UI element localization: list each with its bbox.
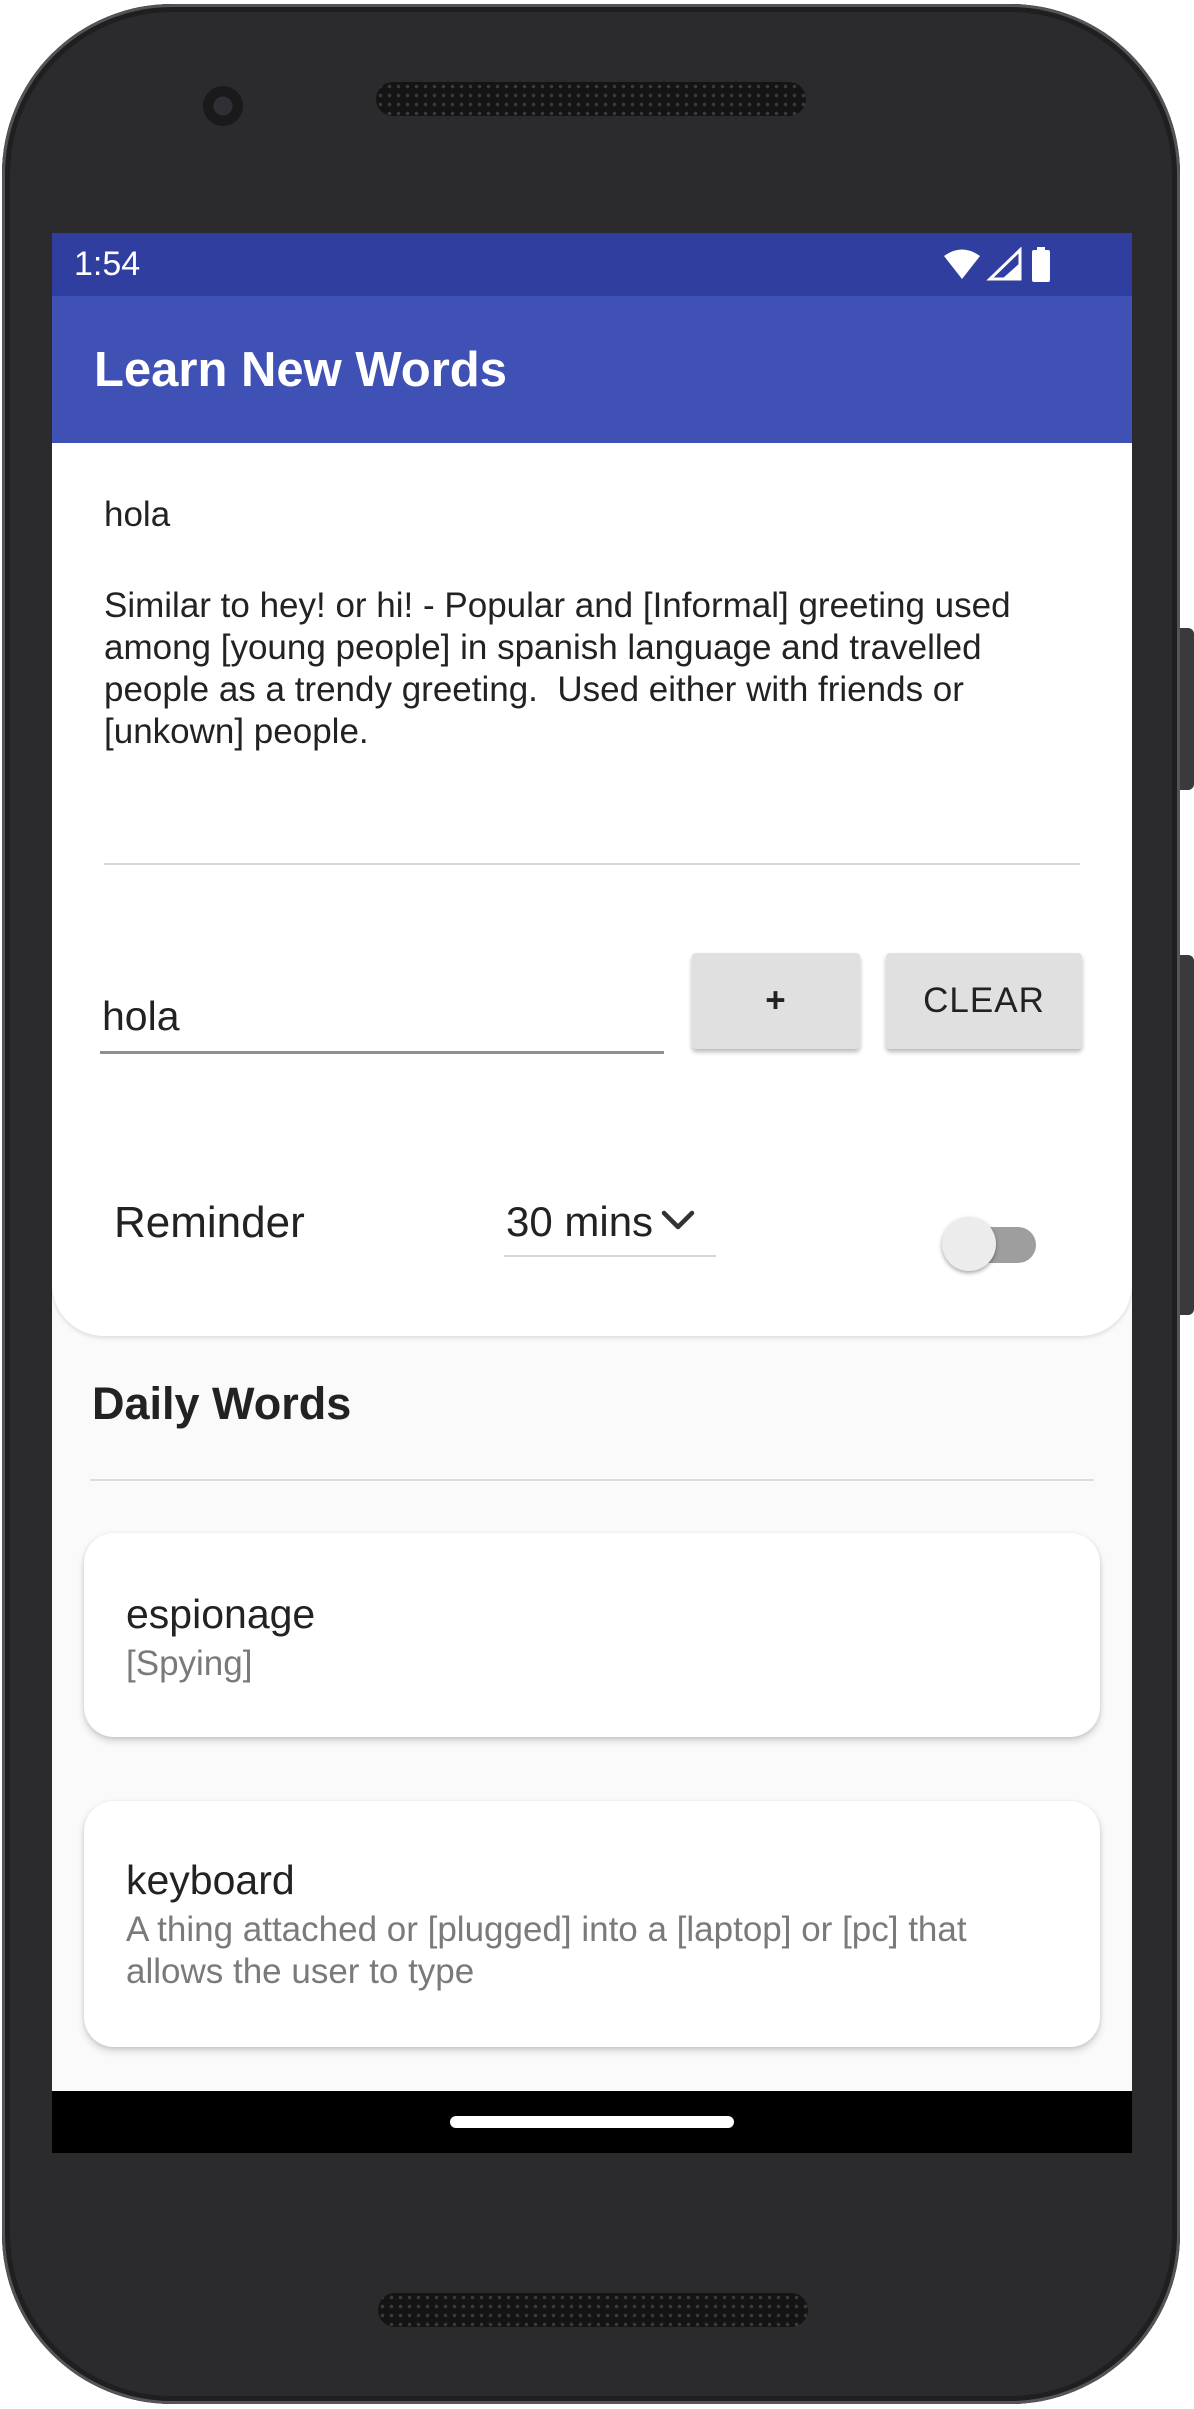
volume-button [1180, 955, 1194, 1315]
word-card[interactable]: espionage [Spying] [84, 1533, 1100, 1737]
word-card-definition: A thing attached or [plugged] into a [la… [126, 1910, 967, 1991]
home-gesture-handle[interactable] [450, 2116, 734, 2128]
device-frame: 1:54 Learn New Words hola Similar to hey… [0, 0, 1194, 2409]
word-card-title: keyboard [126, 1857, 295, 1903]
word-input-value: hola [102, 993, 180, 1039]
chevron-down-icon [661, 1210, 695, 1230]
screen: 1:54 Learn New Words hola Similar to hey… [52, 233, 1132, 2153]
status-icons [942, 246, 1062, 283]
top-speaker [376, 82, 806, 116]
battery-icon [1032, 247, 1050, 282]
status-bar: 1:54 [52, 233, 1132, 296]
toggle-thumb [942, 1217, 996, 1271]
reminder-toggle[interactable] [942, 1213, 1036, 1271]
word-entry-card: hola Similar to hey! or hi! - Popular an… [52, 443, 1132, 1336]
daily-words-title: Daily Words [92, 1378, 352, 1429]
definition-text: Similar to hey! or hi! - Popular and [In… [104, 586, 1021, 751]
definition-word: hola [104, 495, 171, 534]
word-card[interactable]: keyboard A thing attached or [plugged] i… [84, 1801, 1100, 2047]
signal-icon [986, 246, 1022, 281]
definition-field[interactable]: hola Similar to hey! or hi! - Popular an… [104, 443, 1080, 865]
reminder-interval-dropdown[interactable]: 30 mins [504, 1185, 716, 1257]
word-card-title: espionage [126, 1591, 316, 1637]
add-button[interactable]: + [692, 953, 860, 1049]
reminder-interval-value: 30 mins [506, 1198, 654, 1245]
front-camera [203, 86, 243, 126]
power-button [1180, 628, 1194, 790]
wifi-icon [944, 249, 980, 279]
reminder-label: Reminder [114, 1198, 305, 1247]
word-card-definition: [Spying] [126, 1644, 253, 1683]
word-input[interactable]: hola [100, 993, 664, 1054]
status-time: 1:54 [74, 245, 141, 283]
clear-button[interactable]: CLEAR [886, 953, 1082, 1049]
bottom-speaker [378, 2293, 808, 2327]
section-divider [90, 1479, 1094, 1481]
navigation-bar [52, 2091, 1132, 2153]
app-title: Learn New Words [94, 343, 507, 397]
app-bar: Learn New Words [52, 296, 1132, 443]
